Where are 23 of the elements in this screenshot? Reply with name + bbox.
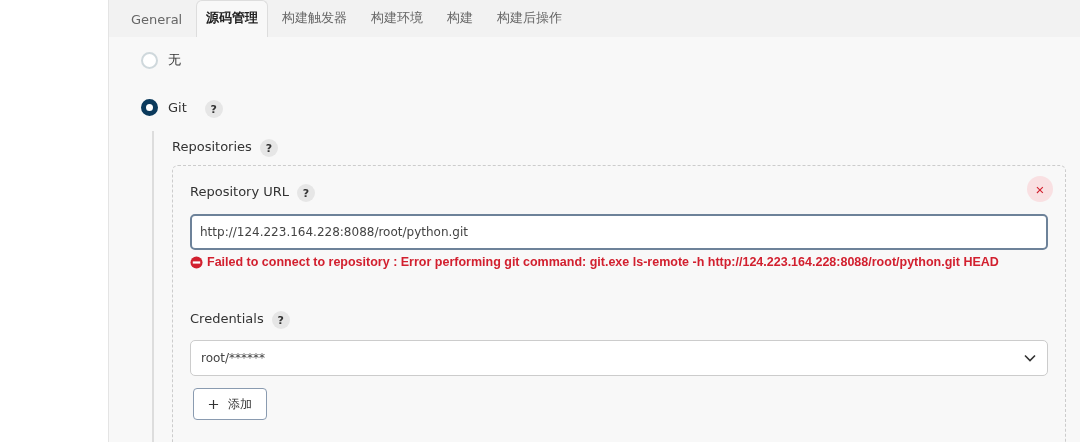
option-label: 无	[168, 51, 181, 69]
section-label: Repositories	[172, 138, 252, 154]
close-button[interactable]: ×	[1027, 176, 1053, 202]
help-icon[interactable]: ?	[259, 139, 278, 157]
tab[interactable]: 构建环境	[361, 0, 434, 37]
radio-button[interactable]	[141, 98, 158, 116]
option-label: Git	[168, 99, 187, 115]
tab[interactable]: 构建	[437, 0, 484, 37]
credentials-dropdown[interactable]: root/******	[190, 340, 1048, 376]
error-message: Failed to connect to repository : Error performing git command: git.exe ls-remote -h http://124.223.164.228:8088/root/python.git HEAD	[207, 254, 1000, 271]
url-input-field[interactable]: http://124.223.164.228:8088/root/python.git	[190, 214, 1048, 250]
help-icon[interactable]: ?	[271, 311, 290, 329]
tab[interactable]: 构建触发器	[272, 0, 358, 37]
tab[interactable]: General	[121, 3, 193, 37]
field-label: Repository URL	[190, 183, 290, 199]
help-icon[interactable]: ?	[297, 184, 316, 202]
tab[interactable]: 构建后操作	[487, 0, 573, 37]
add-button[interactable]: 添加	[193, 388, 267, 420]
error-icon	[190, 256, 203, 269]
help-icon[interactable]: ?	[204, 100, 223, 118]
plus-icon	[208, 398, 219, 410]
tab[interactable]: 源码管理	[196, 0, 269, 37]
field-label: Credentials	[190, 310, 264, 326]
